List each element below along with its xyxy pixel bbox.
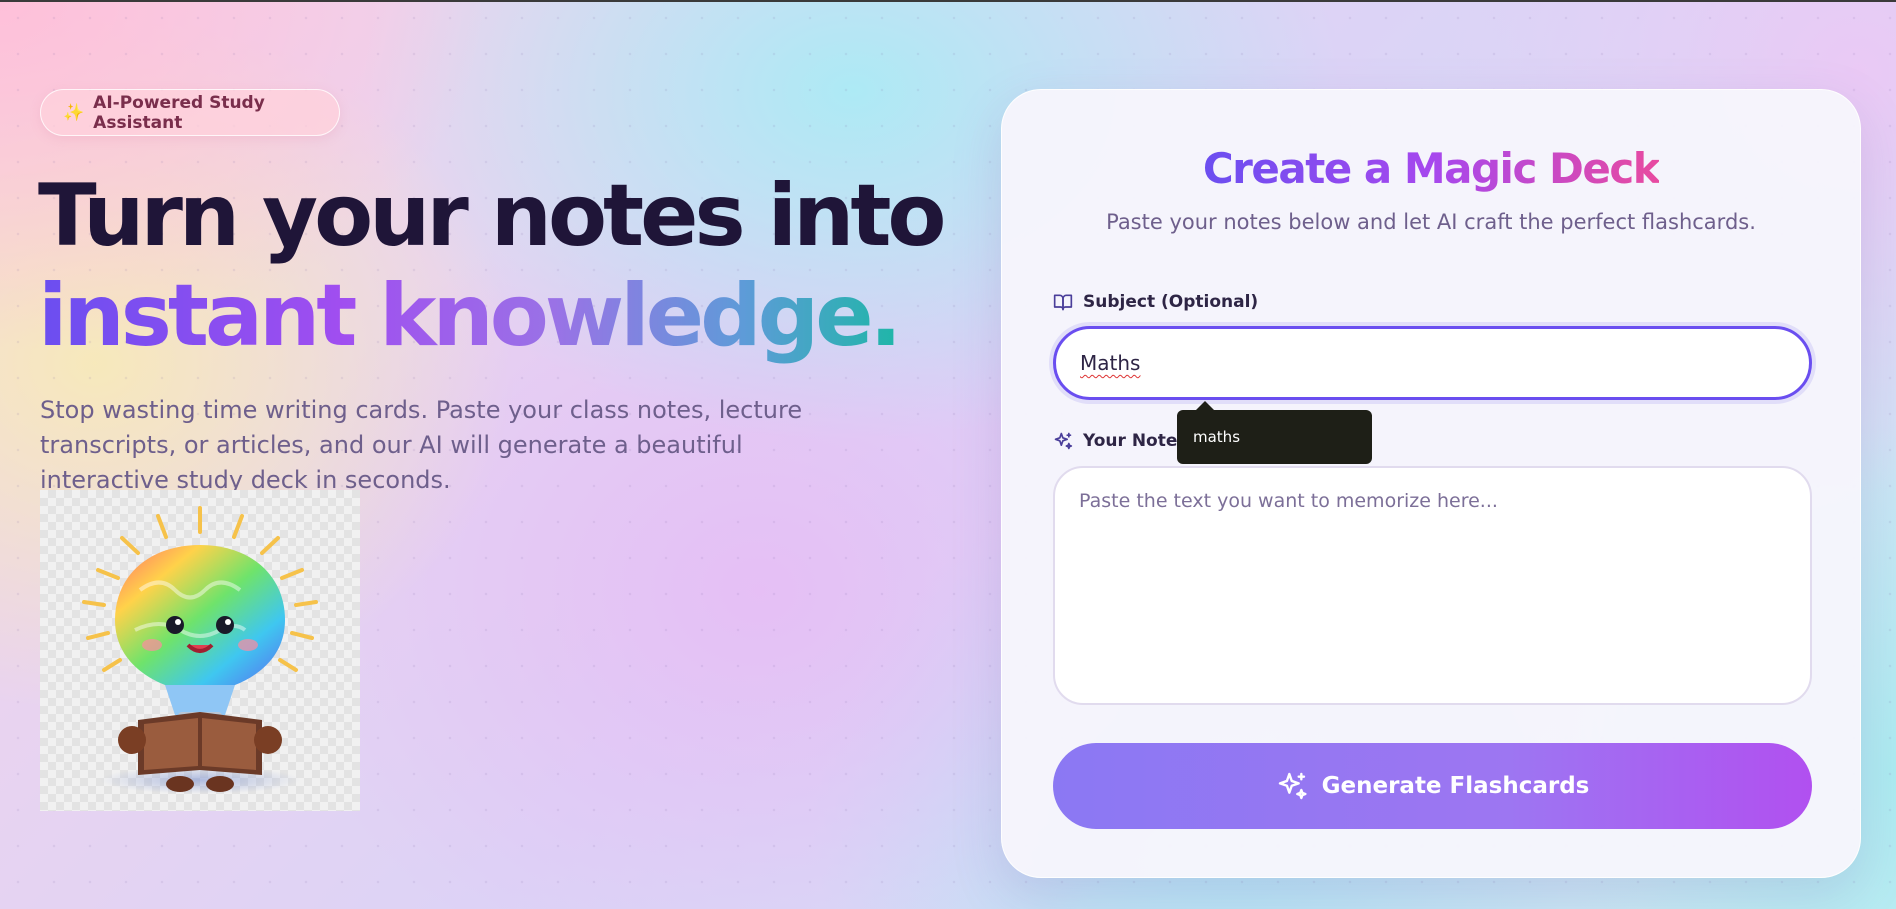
notes-label: Your Notes bbox=[1053, 431, 1188, 451]
sparkles-icon: ✨ bbox=[63, 102, 85, 123]
ai-assistant-badge: ✨ AI-Powered Study Assistant bbox=[40, 89, 340, 136]
notes-textarea[interactable] bbox=[1053, 466, 1812, 705]
autocomplete-suggestion[interactable]: maths bbox=[1177, 401, 1372, 464]
sparkles-icon bbox=[1054, 432, 1073, 450]
sparkles-icon bbox=[1278, 772, 1307, 800]
headline-line-2: instant knowledge. bbox=[38, 266, 902, 366]
notes-label-text: Your Notes bbox=[1083, 431, 1188, 451]
brain-lightbulb-mascot-illustration bbox=[82, 506, 318, 794]
card-subtitle: Paste your notes below and let AI craft … bbox=[1106, 210, 1756, 234]
subject-label: Subject (Optional) bbox=[1053, 292, 1258, 312]
subject-label-text: Subject (Optional) bbox=[1083, 292, 1259, 312]
hero-headline: Turn your notes into instant knowledge. bbox=[38, 166, 947, 366]
headline-line-1: Turn your notes into bbox=[38, 166, 947, 266]
hero-description: Stop wasting time writing cards. Paste y… bbox=[40, 396, 803, 494]
brain-mascot-image bbox=[40, 490, 360, 811]
window-top-border bbox=[0, 0, 1896, 2]
book-open-icon bbox=[1053, 294, 1073, 311]
generate-flashcards-button[interactable]: Generate Flashcards bbox=[1053, 743, 1812, 829]
autocomplete-suggestion-text: maths bbox=[1193, 428, 1241, 446]
create-deck-card: Create a Magic Deck Paste your notes bel… bbox=[1001, 89, 1861, 878]
subject-input[interactable]: Maths bbox=[1053, 326, 1812, 400]
card-title: Create a Magic Deck bbox=[1202, 144, 1661, 193]
generate-button-label: Generate Flashcards bbox=[1321, 773, 1590, 799]
subject-input-value: Maths bbox=[1080, 351, 1141, 375]
badge-label: AI-Powered Study Assistant bbox=[93, 92, 265, 133]
